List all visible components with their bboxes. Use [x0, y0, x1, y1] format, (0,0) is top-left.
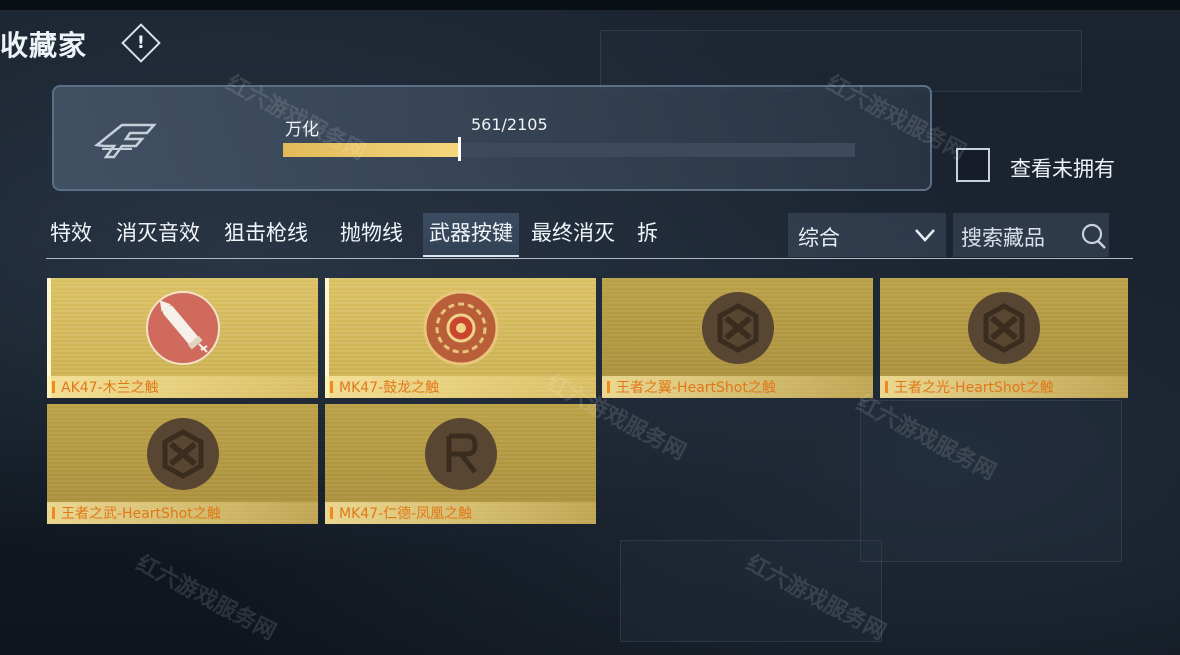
- sort-dropdown[interactable]: 综合: [788, 213, 946, 257]
- tab-sniper-line[interactable]: 狙击枪线: [218, 213, 314, 257]
- heartshot-emblem-icon: [146, 418, 219, 490]
- r-emblem-icon: [424, 418, 497, 490]
- progress-label: 万化: [285, 120, 319, 140]
- background-panel: [860, 400, 1122, 562]
- tab-effects[interactable]: 特效: [44, 213, 98, 257]
- background-panel: [600, 30, 1082, 92]
- item-name: 王者之武-HeartShot之触: [61, 506, 221, 522]
- show-unowned-label[interactable]: 查看未拥有: [1010, 153, 1115, 183]
- progress-fill: [283, 143, 459, 157]
- cf-logo-icon: [93, 123, 157, 159]
- collection-item[interactable]: AK47-木兰之触: [47, 278, 318, 398]
- search-placeholder: 搜索藏品: [961, 226, 1045, 250]
- search-input[interactable]: 搜索藏品: [953, 213, 1109, 257]
- info-diamond-icon[interactable]: !: [121, 23, 161, 63]
- item-name: MK47-鼓龙之触: [339, 380, 440, 396]
- tab-throw-line[interactable]: 抛物线: [334, 213, 409, 257]
- collection-item[interactable]: 王者之武-HeartShot之触: [47, 404, 318, 524]
- collection-item[interactable]: 王者之光-HeartShot之触: [880, 278, 1128, 398]
- collection-progress-panel: [52, 85, 932, 191]
- search-icon[interactable]: [1079, 222, 1109, 250]
- item-name: MK47-仁德-凤凰之触: [339, 506, 473, 522]
- heartshot-emblem-icon: [701, 292, 774, 364]
- bullet-emblem-icon: [145, 291, 220, 365]
- collection-item[interactable]: MK47-鼓龙之触: [325, 278, 596, 398]
- item-name: 王者之光-HeartShot之触: [894, 380, 1054, 396]
- tab-kill-sound[interactable]: 消灭音效: [110, 213, 206, 257]
- collector-screen: 收藏家 ! 万化 561/2105 查看未拥有 特效 消灭音效 狙击枪线 抛物线…: [0, 0, 1180, 655]
- sort-selected: 综合: [798, 226, 840, 250]
- dragon-emblem-icon: [423, 290, 498, 366]
- item-name: AK47-木兰之触: [61, 380, 159, 396]
- progress-bar: [283, 137, 855, 161]
- heartshot-emblem-icon: [968, 292, 1040, 364]
- page-title: 收藏家: [0, 29, 88, 62]
- progress-count: 561/2105: [471, 115, 548, 134]
- collection-item[interactable]: 王者之翼-HeartShot之触: [602, 278, 873, 398]
- tabs-divider: [46, 258, 1133, 259]
- show-unowned-checkbox[interactable]: [956, 148, 990, 182]
- watermark: 红六游戏服务网: [131, 551, 280, 646]
- background-panel: [620, 540, 882, 642]
- progress-marker: [458, 137, 461, 161]
- info-glyph: !: [137, 32, 145, 53]
- top-bar: [0, 0, 1180, 10]
- item-name: 王者之翼-HeartShot之触: [616, 380, 776, 396]
- collection-item[interactable]: MK47-仁德-凤凰之触: [325, 404, 596, 524]
- tab-dismantle[interactable]: 拆: [631, 213, 664, 257]
- tab-weapon-button[interactable]: 武器按键: [423, 213, 519, 257]
- tab-final-kill[interactable]: 最终消灭: [525, 213, 621, 257]
- category-tabs: 特效 消灭音效 狙击枪线 抛物线 武器按键 最终消灭 拆: [44, 213, 664, 257]
- chevron-down-icon: [915, 229, 935, 242]
